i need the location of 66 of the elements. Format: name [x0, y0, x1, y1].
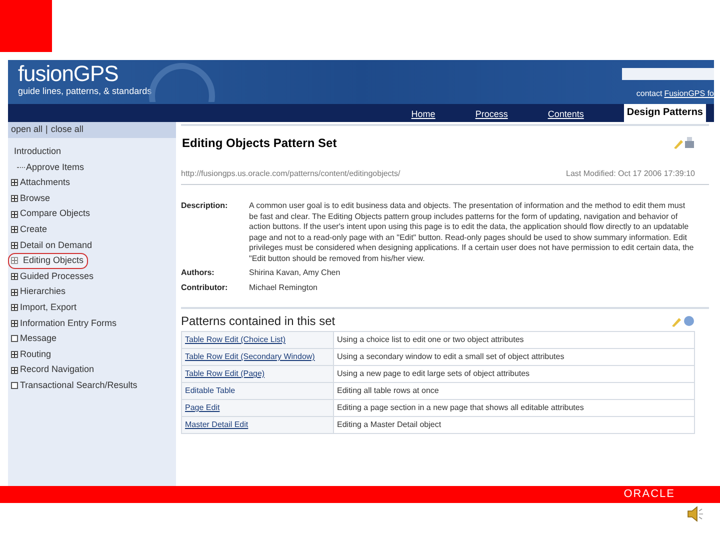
tree-item[interactable]: Introduction	[14, 145, 62, 159]
tree-item[interactable]: Detail on Demand	[20, 238, 92, 252]
page-title: Editing Objects Pattern Set	[181, 135, 337, 152]
last-modified-text: Last Modified: Oct 17 2006 17:39:10	[566, 168, 695, 180]
pattern-link[interactable]: Page Edit	[182, 400, 334, 416]
pattern-link[interactable]: Table Row Edit (Secondary Window)	[182, 348, 334, 366]
nav-tab[interactable]: Process	[475, 107, 508, 121]
nav-tab[interactable]: Design Patterns	[624, 104, 706, 122]
pattern-link[interactable]: Master Detail Edit	[182, 416, 334, 434]
expand-icon[interactable]	[11, 351, 18, 358]
edit-up-icon[interactable]	[671, 315, 695, 327]
nav-tab[interactable]: Home	[411, 107, 436, 121]
tree-item[interactable]: Transactional Search/Results	[20, 378, 138, 392]
tree-item[interactable]: Compare Objects	[20, 207, 90, 221]
speaker-icon[interactable]	[686, 505, 704, 523]
table-cell: Editing all table rows at once	[334, 382, 694, 400]
tree-item[interactable]: Message	[20, 332, 57, 346]
field-value: Michael Remington	[249, 282, 318, 293]
section-title: Patterns contained in this set	[181, 313, 336, 330]
tree-item[interactable]: Approve Items	[26, 160, 84, 174]
table-cell: Using a new page to edit large sets of object attributes	[334, 366, 694, 382]
expand-icon[interactable]	[11, 273, 18, 280]
field-label: Contributor:	[181, 282, 229, 293]
tree-item[interactable]: Editing Objects	[8, 253, 88, 269]
open-all-link[interactable]: open all	[11, 123, 43, 137]
expand-icon[interactable]	[11, 210, 18, 218]
expand-icon[interactable]	[11, 195, 18, 202]
field-label: Authors:	[181, 268, 216, 278]
pattern-link[interactable]: Table Row Edit (Page)	[182, 366, 334, 382]
table-cell: Editing a page section in a new page that shows all editable attributes	[334, 400, 694, 416]
field-value: A common user goal is to edit business data and objects. The presentation of information and the method to edit them must be fast and clear. The Editing Objects pattern group includes patterns for the form of updating, navigation and behavior of action buttons. If the user's intent upon using this page is to edit the data, the application should flow directly to an updatable page and not to a read-only page with an "Edit" button. Read-only pages should be used to show summary information. Edit privileges must be considered when designing applications. If a certain user does not have permission to edit certain data, the "Edit button should be removed from his/her view.	[249, 201, 695, 264]
pattern-name: Editable Table	[182, 382, 334, 400]
pattern-link[interactable]: Table Row Edit (Choice List)	[182, 332, 334, 348]
tree-item[interactable]: Browse	[20, 192, 50, 206]
site-tagline: guide lines, patterns, & standards	[18, 86, 152, 97]
nav-tab[interactable]: Contents	[548, 107, 584, 121]
table-cell: Using a secondary window to edit a small set of object attributes	[334, 348, 694, 366]
edit-print-icon[interactable]	[673, 136, 695, 150]
expand-icon[interactable]	[11, 242, 18, 249]
tree-item[interactable]: Import, Export	[20, 300, 77, 314]
expand-icon[interactable]	[11, 288, 18, 296]
contact-text: contact	[636, 88, 662, 100]
contact-link[interactable]: FusionGPS fo	[664, 88, 714, 100]
table-cell: Using a choice list to edit one or two object attributes	[334, 332, 694, 348]
tree-item[interactable]: Create	[20, 223, 48, 237]
brand-logo: ORACLE	[624, 487, 675, 502]
tree-item[interactable]: Attachments	[20, 176, 70, 190]
tree-item[interactable]: Information Entry Forms	[20, 316, 117, 330]
tree-item[interactable]: Routing	[20, 348, 52, 362]
search-field[interactable]	[622, 68, 714, 80]
page-url: http://fusiongps.us.oracle.com/patterns/content/editingobjects/	[181, 168, 400, 180]
field-value: Shirina Kavan, Amy Chen	[249, 268, 340, 278]
expand-icon[interactable]	[11, 226, 18, 234]
field-label: Description:	[181, 201, 229, 212]
expand-icon[interactable]	[11, 366, 18, 374]
expand-icon[interactable]	[11, 179, 18, 186]
slide-corner-block	[0, 0, 52, 52]
separator-text: |	[46, 123, 48, 136]
tree-item[interactable]: Record Navigation	[20, 363, 94, 377]
close-all-link[interactable]: close all	[50, 123, 84, 137]
expand-icon[interactable]	[11, 320, 18, 327]
tree-item[interactable]: Hierarchies	[20, 285, 66, 299]
tree-item[interactable]: Guided Processes	[20, 270, 94, 284]
table-cell: Editing a Master Detail object	[334, 416, 694, 434]
site-logo: fusionGPS	[18, 62, 120, 86]
expand-icon[interactable]	[11, 304, 18, 312]
